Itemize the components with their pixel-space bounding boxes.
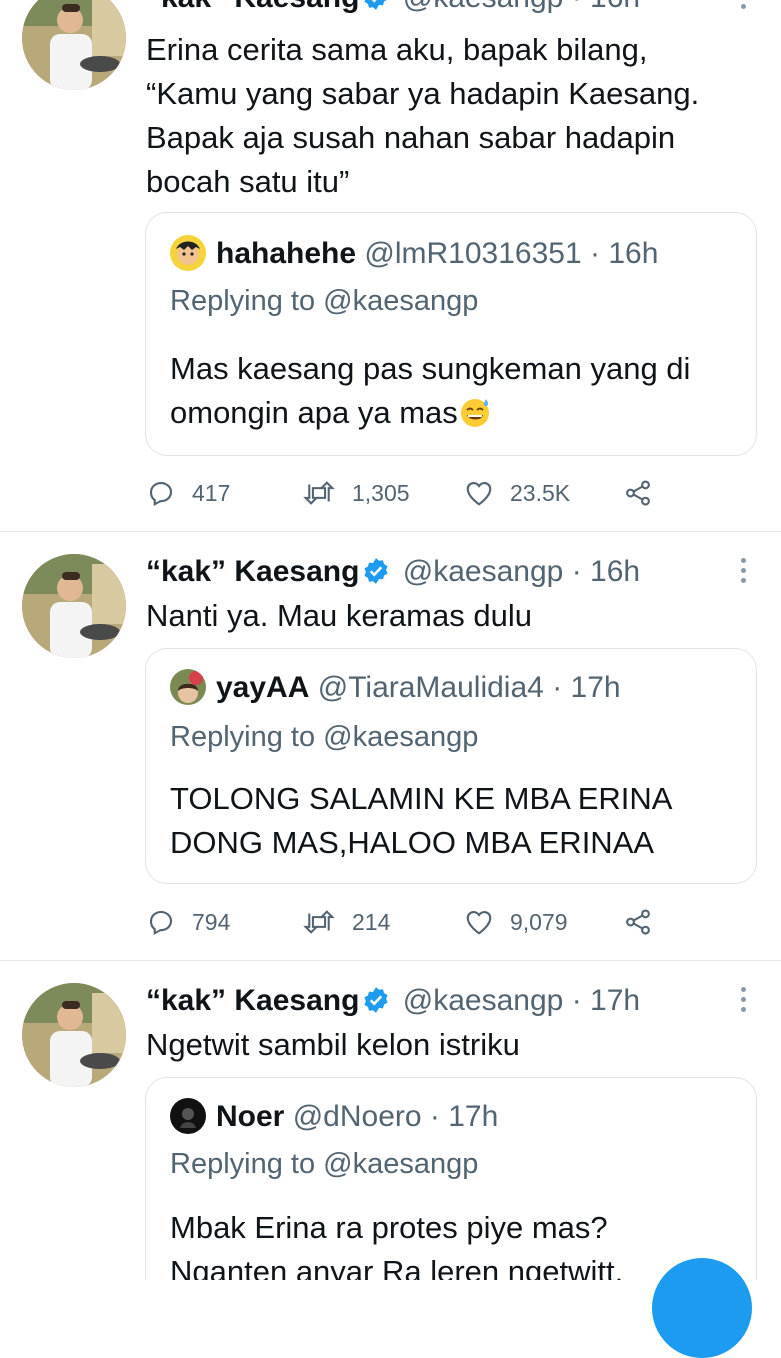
quoted-tweet[interactable]: hahahehe @lmR10316351 · 16h Replying to … [145, 212, 757, 456]
avatar[interactable] [22, 554, 126, 658]
quoted-tweet[interactable]: yayAA @TiaraMaulidia4 · 17h Replying to … [145, 648, 757, 884]
timestamp[interactable]: 16h [590, 555, 640, 588]
retweet-button[interactable]: 214 [302, 904, 390, 940]
quoted-author-name: yayAA [216, 671, 310, 704]
quoted-author-handle: @lmR10316351 [364, 237, 582, 270]
compose-tweet-button[interactable] [652, 1258, 752, 1358]
tweet-1[interactable]: “kak” Kaesang @kaesangp · 16h Erina ceri… [0, 0, 781, 530]
more-options-icon[interactable] [734, 558, 752, 588]
reply-count: 794 [192, 908, 231, 935]
quoted-text: Mbak Erina ra protes piye mas? Nganten a… [170, 1210, 624, 1280]
replying-to: Replying to @kaesangp [170, 721, 479, 753]
verified-icon [362, 557, 390, 594]
author-handle[interactable]: @kaesangp [403, 555, 564, 588]
quoted-avatar [170, 1098, 206, 1134]
timestamp[interactable]: 17h [590, 984, 640, 1017]
retweet-icon [303, 481, 335, 505]
quoted-author-handle: @TiaraMaulidia4 [317, 671, 544, 704]
reply-icon [149, 910, 173, 936]
quoted-timestamp: 17h [570, 671, 621, 704]
author-name[interactable]: “kak” Kaesang [146, 555, 359, 588]
reply-button[interactable]: 417 [146, 475, 230, 511]
separator-dot: · [571, 984, 582, 1017]
quoted-avatar [170, 669, 206, 705]
quoted-timestamp: 17h [448, 1100, 499, 1133]
more-options-icon[interactable] [734, 987, 752, 1017]
like-count: 9,079 [510, 908, 568, 935]
quoted-author-name: hahahehe [216, 237, 357, 270]
tweet-actions: 794 214 9,079 [146, 904, 666, 940]
author-name[interactable]: “kak” Kaesang [146, 984, 359, 1017]
like-button[interactable]: 23.5K [464, 475, 570, 511]
author-handle[interactable]: @kaesangp [403, 984, 564, 1017]
tweet-actions: 417 1,305 23.5K [146, 475, 666, 511]
avatar[interactable] [22, 983, 126, 1087]
sweat-smile-emoji [458, 395, 492, 429]
quoted-avatar [170, 235, 206, 271]
like-count: 23.5K [510, 479, 571, 506]
separator-dot: · [552, 671, 563, 704]
share-button[interactable] [622, 904, 670, 940]
share-icon [626, 909, 650, 935]
quoted-author-name: Noer [216, 1100, 285, 1133]
verified-icon [362, 986, 390, 1023]
quoted-tweet[interactable]: Noer @dNoero · 17h Replying to @kaesangp… [145, 1077, 757, 1280]
heart-icon [466, 481, 492, 506]
retweet-button[interactable]: 1,305 [302, 475, 410, 511]
timestamp[interactable]: 16h [590, 0, 640, 14]
separator-dot: · [571, 555, 582, 588]
reply-count: 417 [192, 479, 231, 506]
avatar[interactable] [22, 0, 126, 90]
separator-dot: · [572, 0, 582, 14]
tweet-text: Ngetwit sambil kelon istriku [146, 1027, 520, 1062]
heart-icon [466, 910, 492, 935]
separator-dot: · [590, 237, 600, 270]
like-button[interactable]: 9,079 [464, 904, 568, 940]
quoted-timestamp: 16h [608, 237, 659, 270]
tweet-2[interactable]: “kak” Kaesang @kaesangp · 16h Nanti ya. … [0, 532, 781, 960]
reply-icon [149, 481, 173, 507]
share-icon [626, 480, 650, 506]
retweet-count: 214 [352, 908, 391, 935]
more-options-icon[interactable] [734, 0, 752, 24]
share-button[interactable] [622, 475, 670, 511]
retweet-icon [303, 910, 335, 934]
retweet-count: 1,305 [352, 479, 410, 506]
separator-dot: · [429, 1100, 440, 1133]
author-name[interactable]: “kak” Kaesang [146, 0, 359, 14]
verified-icon [362, 0, 390, 20]
quoted-text: TOLONG SALAMIN KE MBA ERINA DONG MAS,HAL… [170, 781, 673, 860]
quoted-text: Mas kaesang pas sungkeman yang di omongi… [170, 351, 691, 430]
replying-to: Replying to @kaesangp [170, 1148, 479, 1180]
quoted-author-handle: @dNoero [292, 1100, 422, 1133]
tweet-text: Nanti ya. Mau keramas dulu [146, 598, 532, 633]
replying-to: Replying to @kaesangp [170, 285, 479, 317]
author-handle[interactable]: @kaesangp [403, 0, 564, 14]
tweet-text: Erina cerita sama aku, bapak bilang, “Ka… [146, 32, 700, 199]
reply-button[interactable]: 794 [146, 904, 230, 940]
tweet-3[interactable]: “kak” Kaesang @kaesangp · 17h Ngetwit sa… [0, 961, 781, 1280]
